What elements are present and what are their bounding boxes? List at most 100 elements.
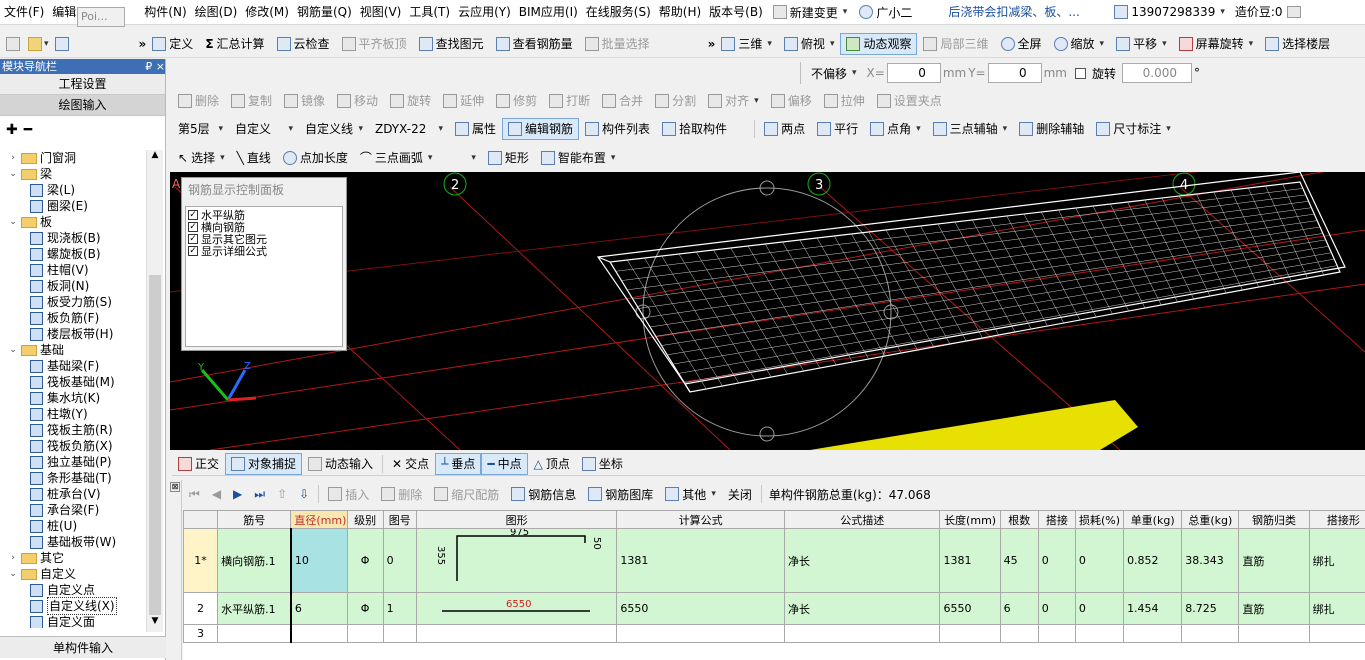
point-length-button[interactable]: 点加长度 [277,147,354,169]
line-button[interactable]: ╲ 直线 [231,147,277,169]
col-shape[interactable]: 图形 [415,510,618,529]
shape-cell[interactable]: 975 355 50 [415,528,618,593]
prev-record-icon[interactable]: ◀ [206,483,227,505]
tree-item[interactable]: 条形基础(T) [0,470,148,486]
col-lap[interactable]: 搭接 [1037,510,1076,529]
tree-item[interactable]: 集水坑(K) [0,390,148,406]
parallel-axis-button[interactable]: 平行 [811,118,864,140]
copy-button[interactable]: 复制 [225,90,278,112]
edit-rebar-button[interactable]: 编辑钢筋 [502,117,580,140]
pick-component-button[interactable]: 拾取构件 [656,118,733,140]
menu-rebar-qty[interactable]: 钢筋量(Q) [293,0,356,24]
point-angle-axis-button[interactable]: 点角 ▾ [864,118,927,140]
dimension-button[interactable]: 尺寸标注 ▾ [1090,118,1177,140]
offset-mode-select[interactable]: 不偏移 ▾ [805,62,863,84]
vertex-button[interactable]: △ 顶点 [528,453,576,475]
three-point-arc-button[interactable]: ⌒ 三点画弧 ▾ ▾ [354,147,482,169]
local-3d-button[interactable]: 局部三维 [917,33,994,55]
component-list-button[interactable]: 构件列表 [579,118,656,140]
y-offset-input[interactable]: 0 [987,63,1042,83]
col-formula[interactable]: 计算公式 [616,510,785,529]
pin-icon[interactable]: ⊠ [170,482,180,492]
col-length[interactable]: 长度(mm) [939,510,1001,529]
extend-button[interactable]: 延伸 [437,90,490,112]
scale-rebar-button[interactable]: 缩尺配筋 [428,483,505,505]
menu-tools[interactable]: 工具(T) [405,0,454,24]
select-button[interactable]: ↖ 选择 ▾ [172,147,231,169]
horizontal-rebar-checkbox[interactable]: ✓ 水平纵筋 [188,209,340,221]
floor-select[interactable]: 第5层 ▾ [172,118,229,140]
account-button[interactable]: 13907298339 ▾ [1108,1,1231,23]
menu-view[interactable]: 视图(V) [356,0,406,24]
new-file-icon[interactable] [6,36,20,51]
rectangle-button[interactable]: 矩形 [482,147,535,169]
break-button[interactable]: 打断 [543,90,596,112]
x-offset-input[interactable]: 0 [886,63,941,83]
col-unit-weight[interactable]: 单重(kg) [1123,510,1183,529]
drawing-canvas[interactable]: A 2 3 4 Y Z [170,172,1365,450]
code-select[interactable]: ZDYX-22 ▾ [369,118,449,140]
tree-item[interactable]: 柱帽(V) [0,262,148,278]
ortho-button[interactable]: 正交 [172,453,225,475]
fullscreen-button[interactable]: 全屏 [995,33,1048,55]
tree-item[interactable]: 板受力筋(S) [0,294,148,310]
rebar-info-button[interactable]: 钢筋信息 [505,483,582,505]
menu-online[interactable]: 在线服务(S) [582,0,655,24]
3d-button[interactable]: 三维 ▾ [715,33,778,55]
project-settings-button[interactable]: 工程设置 [0,74,165,95]
new-change-button[interactable]: 新建变更 ▾ [767,1,854,23]
expand-toggle-icon[interactable]: › [8,550,18,566]
menu-help[interactable]: 帮助(H) [655,0,705,24]
tree-item[interactable]: 筏板负筋(X) [0,438,148,454]
menu-draw[interactable]: 绘图(D) [191,0,242,24]
mirror-button[interactable]: 镜像 [278,90,331,112]
three-point-axis-button[interactable]: 三点辅轴 ▾ [927,118,1014,140]
last-record-icon[interactable]: ⏭ [248,483,271,505]
col-bar-no[interactable]: 筋号 [217,510,292,529]
tree-item[interactable]: 圈梁(E) [0,198,148,214]
delete-button[interactable]: 删除 [172,90,225,112]
perpendicular-button[interactable]: ┴ 垂点 [435,452,482,475]
tree-item[interactable]: 基础板带(W) [0,534,148,550]
scroll-down-icon[interactable]: ▼ [147,616,163,632]
first-record-icon[interactable]: ⏮ [183,483,206,505]
transverse-rebar-checkbox[interactable]: ✓ 横向钢筋 [188,221,340,233]
rebar-library-button[interactable]: 钢筋图库 [582,483,659,505]
other-button[interactable]: 其他 ▾ [659,483,722,505]
tree-folder[interactable]: ⌄ 板 [0,214,148,230]
tree-folder[interactable]: ⌄ 自定义 [0,566,148,582]
tree-folder[interactable]: › 门窗洞 [0,150,148,166]
single-component-input-button[interactable]: 单构件输入 [0,636,166,658]
batch-select-button[interactable]: 批量选择 [579,33,656,55]
screen-rotate-button[interactable]: 屏幕旋转 ▾ [1173,33,1260,55]
col-total-weight[interactable]: 总重(kg) [1181,510,1240,529]
smart-layout-button[interactable]: 智能布置 ▾ [535,147,622,169]
tree-item[interactable]: 自定义线(X) [0,597,148,615]
type-select[interactable]: 自定义 ▾ [229,118,299,140]
rotate-button[interactable]: 旋转 [384,90,437,112]
move-button[interactable]: 移动 [331,90,384,112]
tree-folder[interactable]: ⌄ 基础 [0,342,148,358]
pan-button[interactable]: 平移 ▾ [1110,33,1173,55]
tree-item[interactable]: 基础梁(F) [0,358,148,374]
set-grip-button[interactable]: 设置夹点 [871,90,948,112]
tree-scrollbar[interactable]: ▲ ▼ [146,150,163,632]
tree-item[interactable]: 自定义点 [0,582,148,598]
insert-row-button[interactable]: 插入 [322,483,375,505]
menu-version[interactable]: 版本号(B) [705,0,767,24]
save-icon[interactable] [54,36,69,51]
move-up-icon[interactable]: ⇧ [271,483,293,505]
expand-all-icon[interactable]: ✚ [6,122,18,138]
col-fig-no[interactable]: 图号 [382,510,417,529]
delete-axis-button[interactable]: 删除辅轴 [1013,118,1090,140]
move-down-icon[interactable]: ⇩ [293,483,315,505]
cloud-check-button[interactable]: 云检查 [271,33,336,55]
table-row[interactable]: 1* 横向钢筋.1 10 Φ 0 975 355 50 1381 净长 1381… [183,528,1365,593]
drawing-input-button[interactable]: 绘图输入 [0,95,165,116]
scroll-thumb[interactable] [149,275,161,615]
rotate-checkbox[interactable] [1075,67,1086,79]
expand-toggle-icon[interactable]: ⌄ [8,342,18,358]
tree-item[interactable]: 梁(L) [0,182,148,198]
show-other-elements-checkbox[interactable]: ✓ 显示其它图元 [188,233,340,245]
align-slab-top-button[interactable]: 平齐板顶 [336,33,413,55]
